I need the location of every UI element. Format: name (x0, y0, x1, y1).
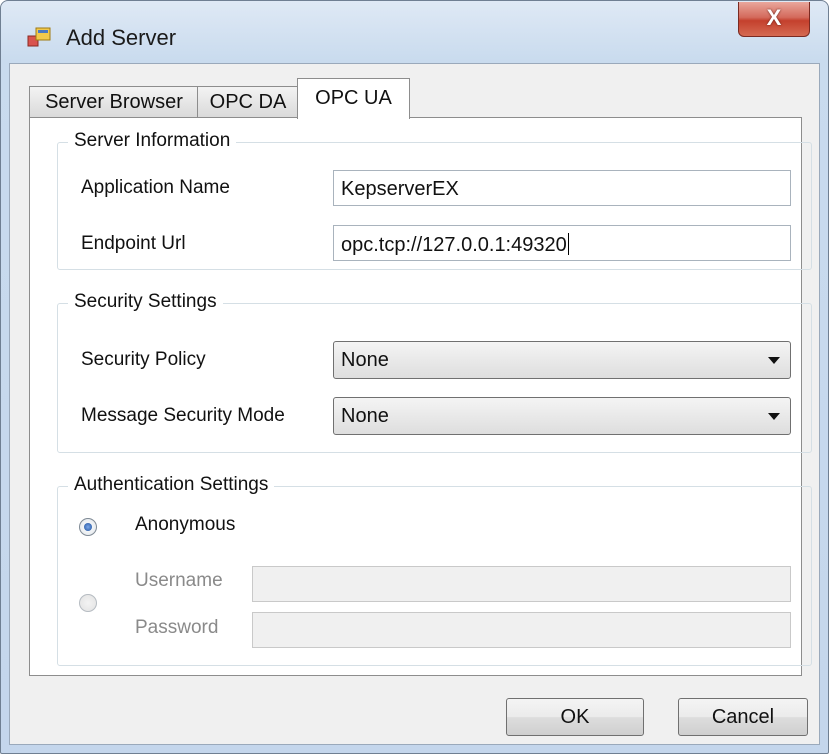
application-name-value: KepserverEX (341, 178, 459, 200)
cancel-button[interactable]: Cancel (678, 698, 808, 736)
credentials-radio[interactable] (79, 594, 97, 612)
close-icon: X (766, 5, 782, 30)
chevron-down-icon (768, 413, 780, 420)
endpoint-url-input[interactable]: opc.tcp://127.0.0.1:49320 (333, 225, 791, 261)
tab-opc-ua[interactable]: OPC UA (297, 78, 410, 119)
add-server-app-icon (27, 27, 51, 47)
username-label: Username (135, 570, 223, 591)
security-settings-title: Security Settings (68, 291, 223, 313)
endpoint-url-value: opc.tcp://127.0.0.1:49320 (341, 234, 567, 256)
add-server-dialog: Add Server X Server Browser OPC DA OPC U… (0, 0, 829, 754)
close-button[interactable]: X (738, 2, 810, 37)
application-name-input[interactable]: KepserverEX (333, 170, 791, 206)
security-policy-dropdown[interactable]: None (333, 341, 791, 379)
security-policy-value: None (341, 349, 389, 371)
radio-selected-dot (84, 523, 92, 531)
title-bar: Add Server X (1, 1, 828, 63)
tab-server-browser[interactable]: Server Browser (29, 86, 199, 117)
password-label: Password (135, 617, 219, 638)
anonymous-radio[interactable] (79, 518, 97, 536)
message-security-mode-label: Message Security Mode (81, 405, 285, 426)
message-security-mode-dropdown[interactable]: None (333, 397, 791, 435)
password-input[interactable] (252, 612, 791, 648)
authentication-settings-title: Authentication Settings (68, 474, 275, 496)
text-cursor (567, 233, 569, 255)
security-policy-label: Security Policy (81, 349, 206, 370)
ok-button[interactable]: OK (506, 698, 644, 736)
server-information-title: Server Information (68, 130, 237, 152)
window-title: Add Server (66, 25, 177, 50)
username-input[interactable] (252, 566, 791, 602)
application-name-label: Application Name (81, 177, 230, 198)
chevron-down-icon (768, 357, 780, 364)
message-security-mode-value: None (341, 405, 389, 427)
opc-ua-tab-page: Server Information Application Name Keps… (29, 117, 812, 676)
anonymous-label[interactable]: Anonymous (135, 514, 235, 536)
dialog-client-area: Server Browser OPC DA OPC UA Server Info… (9, 63, 820, 745)
tab-opc-da[interactable]: OPC DA (197, 86, 299, 117)
endpoint-url-label: Endpoint Url (81, 233, 186, 254)
